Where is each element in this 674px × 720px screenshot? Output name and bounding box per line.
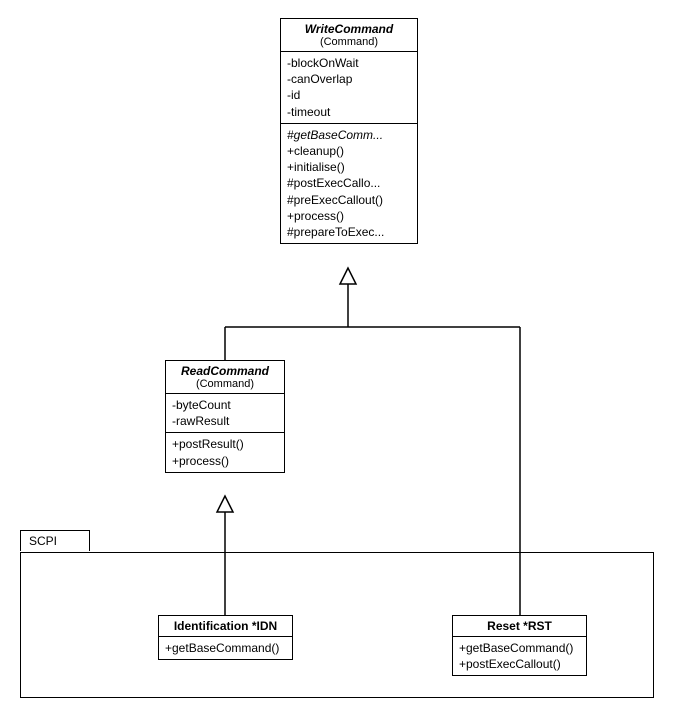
class-attribute: -rawResult bbox=[172, 413, 278, 429]
class-operation: +cleanup() bbox=[287, 143, 411, 159]
class-operation: +postResult() bbox=[172, 436, 278, 452]
class-attributes: -blockOnWait -canOverlap -id -timeout bbox=[281, 52, 417, 124]
class-attribute: -byteCount bbox=[172, 397, 278, 413]
diagram-canvas: SCPI WriteCommand (Command) bbox=[0, 0, 674, 720]
class-attribute: -id bbox=[287, 87, 411, 103]
class-operations: +getBaseCommand() +postExecCallout() bbox=[453, 637, 586, 675]
package-name: SCPI bbox=[29, 534, 57, 548]
class-identification: Identification *IDN +getBaseCommand() bbox=[158, 615, 293, 660]
class-operation: #preExecCallout() bbox=[287, 192, 411, 208]
class-operation: +process() bbox=[287, 208, 411, 224]
class-reset: Reset *RST +getBaseCommand() +postExecCa… bbox=[452, 615, 587, 676]
class-title-section: ReadCommand (Command) bbox=[166, 361, 284, 394]
class-write-command: WriteCommand (Command) -blockOnWait -can… bbox=[280, 18, 418, 244]
class-operation: +postExecCallout() bbox=[459, 656, 580, 672]
class-attributes: -byteCount -rawResult bbox=[166, 394, 284, 433]
class-attribute: -blockOnWait bbox=[287, 55, 411, 71]
class-attribute: -canOverlap bbox=[287, 71, 411, 87]
class-operation: +getBaseCommand() bbox=[459, 640, 580, 656]
class-operations: +postResult() +process() bbox=[166, 433, 284, 471]
class-name: ReadCommand bbox=[172, 364, 278, 378]
class-operation: +initialise() bbox=[287, 159, 411, 175]
class-name: Identification *IDN bbox=[165, 619, 286, 633]
class-operation: #prepareToExec... bbox=[287, 224, 411, 240]
class-operations: +getBaseCommand() bbox=[159, 637, 292, 659]
class-operation: +process() bbox=[172, 453, 278, 469]
class-title-section: Reset *RST bbox=[453, 616, 586, 637]
class-operation: #postExecCallo... bbox=[287, 175, 411, 191]
package-tab-scpi: SCPI bbox=[20, 530, 90, 551]
class-title-section: WriteCommand (Command) bbox=[281, 19, 417, 52]
class-operation: #getBaseComm... bbox=[287, 127, 411, 143]
class-name: WriteCommand bbox=[287, 22, 411, 36]
class-title-section: Identification *IDN bbox=[159, 616, 292, 637]
class-name: Reset *RST bbox=[459, 619, 580, 633]
class-operations: #getBaseComm... +cleanup() +initialise()… bbox=[281, 124, 417, 243]
class-stereotype: (Command) bbox=[287, 36, 411, 48]
class-operation: +getBaseCommand() bbox=[165, 640, 286, 656]
class-read-command: ReadCommand (Command) -byteCount -rawRes… bbox=[165, 360, 285, 473]
class-stereotype: (Command) bbox=[172, 378, 278, 390]
class-attribute: -timeout bbox=[287, 104, 411, 120]
